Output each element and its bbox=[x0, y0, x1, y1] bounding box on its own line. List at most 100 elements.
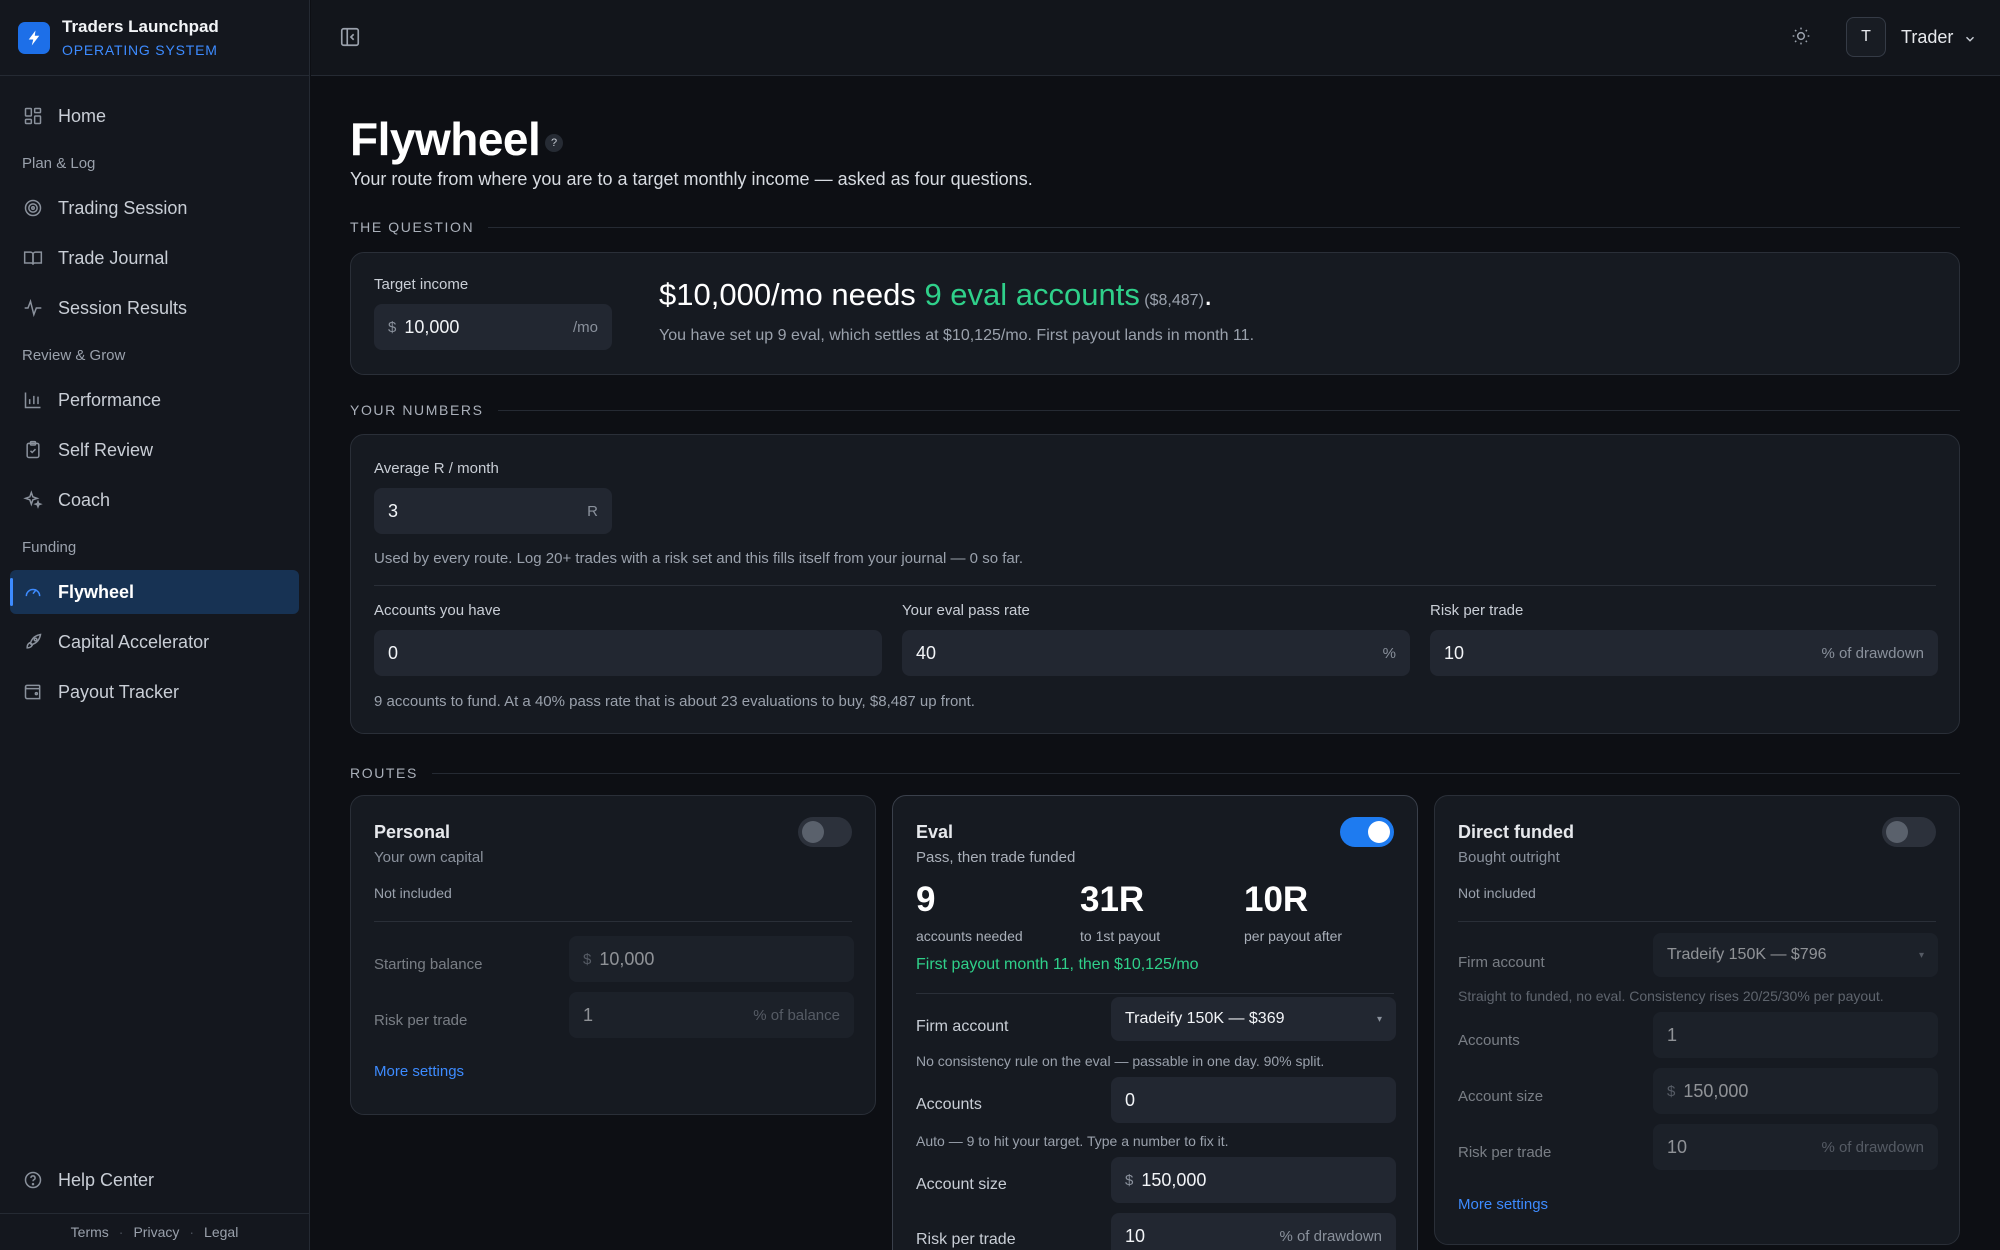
risk-value: 10 bbox=[1444, 642, 1465, 663]
risk-input[interactable]: 10 % of drawdown bbox=[1430, 630, 1938, 676]
nav-section-title: Plan & Log bbox=[22, 154, 96, 172]
target-income-input[interactable]: $ 10,000 /mo bbox=[374, 304, 612, 350]
help-tooltip-icon[interactable]: ? bbox=[545, 134, 563, 152]
sidebar-item-label: Trade Journal bbox=[58, 247, 169, 268]
sidebar-item-coach[interactable]: Coach bbox=[10, 478, 299, 522]
route-subtitle: Your own capital bbox=[374, 849, 484, 866]
sidebar-item-capital-accelerator[interactable]: Capital Accelerator bbox=[10, 620, 299, 664]
sidebar-item-session-results[interactable]: Session Results bbox=[10, 286, 299, 330]
stat-value: 9 bbox=[916, 880, 936, 919]
route-toggle-eval[interactable] bbox=[1340, 817, 1394, 847]
bar-chart-icon bbox=[22, 389, 44, 411]
r-suffix: R bbox=[587, 502, 598, 520]
drawdown-suffix: % of drawdown bbox=[1821, 1138, 1924, 1156]
eval-risk-input[interactable]: 10 % of drawdown bbox=[1111, 1213, 1396, 1250]
account-size-label: Account size bbox=[1458, 1088, 1544, 1105]
direct-account-size-input[interactable]: $ 150,000 bbox=[1653, 1068, 1938, 1114]
headline-end: . bbox=[1203, 277, 1213, 312]
eval-accounts-input[interactable]: 0 bbox=[1111, 1077, 1396, 1123]
route-title: Personal bbox=[374, 822, 451, 842]
firm-note: Straight to funded, no eval. Consistency… bbox=[1458, 988, 1884, 1004]
firm-account-select[interactable]: Tradeify 150K — $369 ▾ bbox=[1111, 997, 1396, 1041]
direct-accounts-input[interactable]: 1 bbox=[1653, 1012, 1938, 1058]
sidebar-item-label: Home bbox=[58, 105, 107, 126]
target-income-label: Target income bbox=[374, 276, 469, 293]
accounts-label: Accounts bbox=[916, 1096, 982, 1113]
avg-r-value: 3 bbox=[388, 500, 399, 521]
bolt-icon bbox=[18, 21, 50, 54]
currency-prefix: $ bbox=[388, 318, 397, 336]
gauge-icon bbox=[22, 581, 44, 603]
sidebar-item-help[interactable]: Help Center bbox=[10, 1158, 299, 1202]
route-toggle-direct[interactable] bbox=[1882, 817, 1936, 847]
avg-r-note: Used by every route. Log 20+ trades with… bbox=[374, 550, 1024, 567]
firm-account-label: Firm account bbox=[1458, 954, 1545, 971]
payout-note: First payout month 11, then $10,125/mo bbox=[916, 956, 1199, 973]
direct-risk-input[interactable]: 10 % of drawdown bbox=[1653, 1124, 1938, 1170]
nav-section-title: Review & Grow bbox=[22, 346, 126, 364]
sidebar-item-label: Payout Tracker bbox=[58, 681, 180, 702]
sidebar-item-label: Coach bbox=[58, 489, 111, 510]
pass-rate-input[interactable]: 40 % bbox=[902, 630, 1410, 676]
sidebar-item-label: Trading Session bbox=[58, 197, 188, 218]
sidebar-item-flywheel[interactable]: Flywheel bbox=[10, 570, 299, 614]
wallet-icon bbox=[22, 681, 44, 703]
sidebar-item-self-review[interactable]: Self Review bbox=[10, 428, 299, 472]
route-card-eval: Eval Pass, then trade funded 9 accounts … bbox=[892, 795, 1418, 1250]
sparkles-icon bbox=[22, 489, 44, 511]
accounts-value: 0 bbox=[388, 642, 399, 663]
caret-down-icon: ▾ bbox=[1376, 1013, 1382, 1025]
sidebar-item-trade-journal[interactable]: Trade Journal bbox=[10, 236, 299, 280]
risk-per-trade-label: Risk per trade bbox=[374, 1012, 468, 1029]
avg-r-input[interactable]: 3 R bbox=[374, 488, 612, 534]
more-settings-link[interactable]: More settings bbox=[1458, 1196, 1548, 1213]
footer-separator: · bbox=[189, 1224, 195, 1240]
firm-note: No consistency rule on the eval — passab… bbox=[916, 1053, 1325, 1069]
sidebar-footer: Terms · Privacy · Legal bbox=[0, 1213, 309, 1250]
sidebar-item-label: Self Review bbox=[58, 439, 154, 460]
numbers-summary: 9 accounts to fund. At a 40% pass rate t… bbox=[374, 693, 975, 710]
route-card-personal: Personal Your own capital Not included S… bbox=[350, 795, 876, 1115]
divider bbox=[374, 921, 852, 922]
personal-risk-input[interactable]: 1 % of balance bbox=[569, 992, 854, 1038]
eval-account-size-input[interactable]: $ 150,000 bbox=[1111, 1157, 1396, 1203]
route-card-direct-funded: Direct funded Bought outright Not includ… bbox=[1434, 795, 1960, 1245]
more-settings-link[interactable]: More settings bbox=[374, 1063, 464, 1080]
starting-balance-input[interactable]: $ 10,000 bbox=[569, 936, 854, 982]
sidebar: Traders Launchpad OPERATING SYSTEM Home … bbox=[0, 0, 310, 1250]
direct-risk-value: 10 bbox=[1667, 1136, 1688, 1157]
route-toggle-personal[interactable] bbox=[798, 817, 852, 847]
caret-down-icon: ▾ bbox=[1918, 949, 1924, 961]
privacy-link[interactable]: Privacy bbox=[133, 1224, 179, 1240]
user-menu-button[interactable]: T Trader bbox=[1846, 16, 1977, 58]
brand[interactable]: Traders Launchpad OPERATING SYSTEM bbox=[0, 0, 309, 76]
sidebar-item-performance[interactable]: Performance bbox=[10, 378, 299, 422]
sidebar-item-home[interactable]: Home bbox=[10, 94, 299, 138]
legal-link[interactable]: Legal bbox=[204, 1224, 238, 1240]
risk-label: Risk per trade bbox=[1430, 602, 1524, 619]
footer-separator: · bbox=[118, 1224, 124, 1240]
sidebar-item-trading-session[interactable]: Trading Session bbox=[10, 186, 299, 230]
personal-risk-value: 1 bbox=[583, 1004, 594, 1025]
balance-suffix: % of balance bbox=[753, 1006, 840, 1024]
help-center-link[interactable]: Help Center bbox=[10, 1158, 299, 1208]
headline-text: $10,000/mo needs bbox=[659, 277, 925, 312]
accounts-input[interactable]: 0 bbox=[374, 630, 882, 676]
starting-balance-value: 10,000 bbox=[599, 948, 655, 969]
sidebar-collapse-icon[interactable] bbox=[339, 26, 361, 48]
terms-link[interactable]: Terms bbox=[71, 1224, 109, 1240]
target-icon bbox=[22, 197, 44, 219]
direct-accounts-value: 1 bbox=[1667, 1024, 1678, 1045]
help-circle-icon bbox=[22, 1169, 44, 1191]
sidebar-nav: Home Plan & Log Trading Session Trade Jo… bbox=[0, 94, 309, 714]
clipboard-icon bbox=[22, 439, 44, 461]
chevron-down-icon bbox=[1963, 30, 1977, 44]
sidebar-item-payout-tracker[interactable]: Payout Tracker bbox=[10, 670, 299, 714]
route-title: Direct funded bbox=[1458, 822, 1575, 842]
brand-subtitle: OPERATING SYSTEM bbox=[62, 42, 218, 58]
sun-icon[interactable] bbox=[1791, 26, 1813, 48]
accounts-label: Accounts bbox=[1458, 1032, 1520, 1049]
direct-firm-account-select[interactable]: Tradeify 150K — $796 ▾ bbox=[1653, 933, 1938, 977]
section-label-routes: ROUTES bbox=[350, 765, 1960, 781]
eval-accounts-value: 0 bbox=[1125, 1089, 1136, 1110]
